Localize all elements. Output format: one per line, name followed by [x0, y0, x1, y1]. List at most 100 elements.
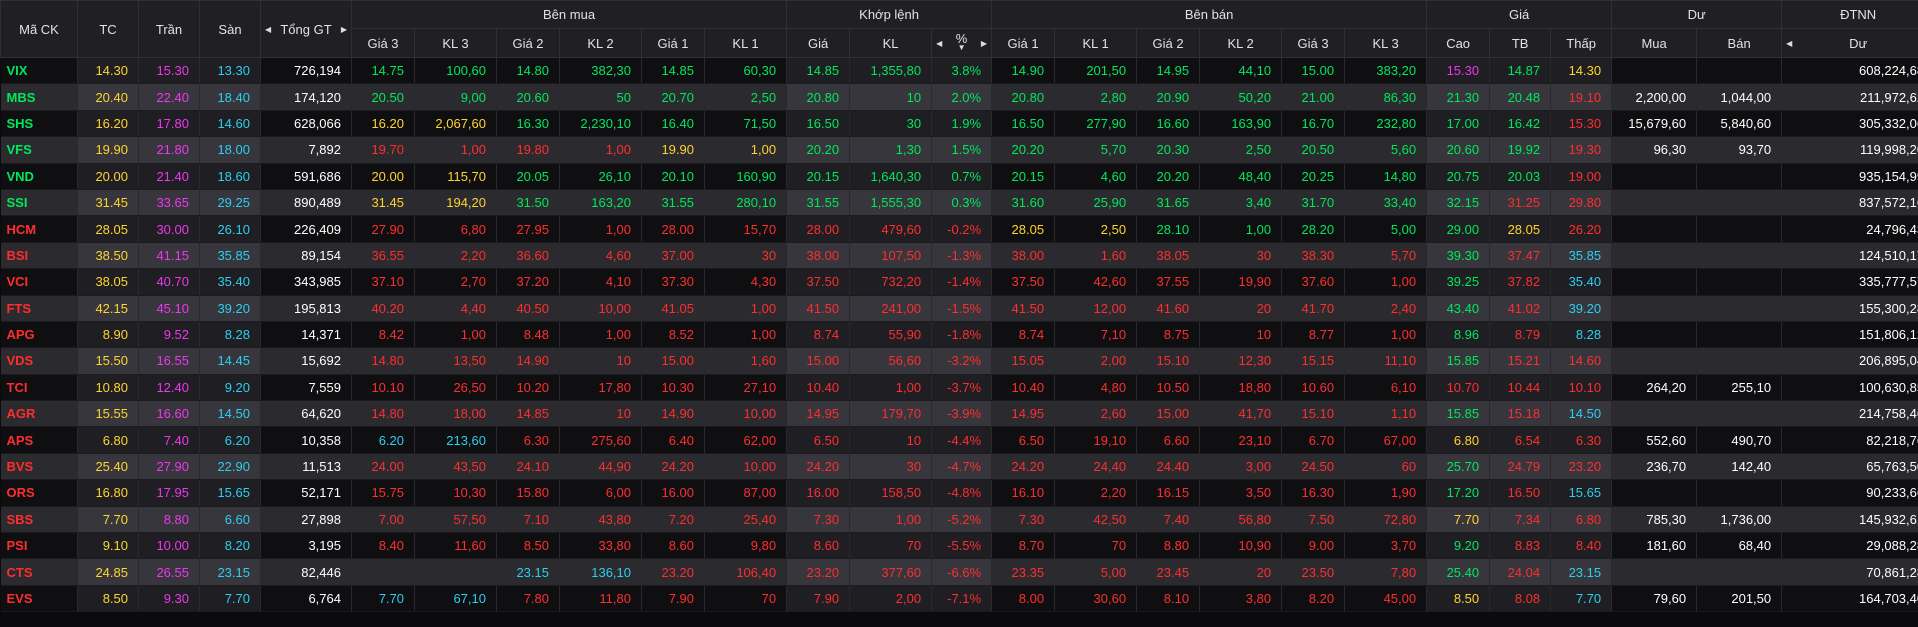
table-row[interactable]: SHS 16.20 17.80 14.60 628,066 16.20 2,067,60 16… — [0, 110, 1918, 138]
stock-symbol[interactable]: VFS — [0, 136, 78, 164]
ask-vol-2: 1,00 — [1199, 215, 1283, 243]
col-header-bid-price-3[interactable]: Giá 3 — [351, 28, 415, 58]
col-header-bid-vol-2[interactable]: KL 2 — [559, 28, 642, 58]
stock-symbol[interactable]: VDS — [0, 347, 78, 375]
table-row[interactable]: BVS 25.40 27.90 22.90 11,513 24.00 43,50 24.10 4… — [0, 453, 1918, 481]
col-header-ask-vol-2[interactable]: KL 2 — [1199, 28, 1283, 58]
bid-vol-1: 1,00 — [704, 321, 788, 349]
stock-symbol[interactable]: SBS — [0, 506, 78, 534]
stock-symbol[interactable]: PSI — [0, 532, 78, 560]
table-row[interactable]: MBS 20.40 22.40 18.40 174,120 20.50 9,00 20.60 5… — [0, 83, 1918, 111]
table-row[interactable]: VIX 14.30 15.30 13.30 726,194 14.75 100,60 14.8… — [0, 57, 1918, 85]
table-row[interactable]: VFS 19.90 21.80 18.00 7,892 19.70 1,00 19.80 1,0… — [0, 136, 1918, 164]
stock-symbol[interactable]: CTS — [0, 558, 78, 586]
arrow-left-icon[interactable]: ◀ — [936, 39, 942, 48]
floor-price: 18.40 — [199, 83, 261, 111]
table-row[interactable]: CTS 24.85 26.55 23.15 82,446 23.15 136,10 23.20… — [0, 558, 1918, 586]
col-header-ask-price-1[interactable]: Giá 1 — [991, 28, 1056, 58]
arrow-left-icon[interactable]: ◀ — [265, 25, 271, 34]
stock-symbol[interactable]: SHS — [0, 110, 78, 138]
match-vol: 107,50 — [849, 242, 933, 270]
col-header-ask-vol-3[interactable]: KL 3 — [1344, 28, 1428, 58]
col-header-tc[interactable]: TC — [77, 0, 139, 58]
arrow-left-icon[interactable]: ◀ — [1786, 39, 1792, 48]
col-header-bid-vol-1[interactable]: KL 1 — [703, 28, 788, 58]
stock-symbol[interactable]: MBS — [0, 83, 78, 111]
bid-price-1: 23.20 — [641, 558, 705, 586]
table-row[interactable]: FTS 42.15 45.10 39.20 195,813 40.20 4,40 40.50 1… — [0, 295, 1918, 322]
table-row[interactable]: TCI 10.80 12.40 9.20 7,559 10.10 26,50 10.20 17,… — [0, 374, 1918, 402]
bid-vol-2: 50 — [559, 83, 642, 111]
stock-symbol[interactable]: TCI — [0, 374, 78, 402]
remaining-buy — [1611, 268, 1698, 296]
ask-price-2: 7.40 — [1136, 506, 1201, 534]
stock-symbol[interactable]: HCM — [0, 215, 78, 243]
ask-vol-2: 48,40 — [1199, 163, 1283, 190]
table-row[interactable]: APS 6.80 7.40 6.20 10,358 6.20 213,60 6.30 275,6… — [0, 426, 1918, 454]
stock-symbol[interactable]: VIX — [0, 57, 78, 85]
table-row[interactable]: EVS 8.50 9.30 7.70 6,764 7.70 67,10 7.80 11,80 7.… — [0, 585, 1918, 613]
stock-symbol[interactable]: APS — [0, 426, 78, 454]
col-header-bid-price-1[interactable]: Giá 1 — [641, 28, 705, 58]
stock-symbol[interactable]: VND — [0, 163, 78, 190]
col-header-average[interactable]: TB — [1489, 28, 1552, 58]
stock-symbol[interactable]: APG — [0, 321, 78, 349]
col-header-high[interactable]: Cao — [1426, 28, 1491, 58]
table-row[interactable]: APG 8.90 9.52 8.28 14,371 8.42 1,00 8.48 1,00 8.5… — [0, 321, 1918, 349]
table-row[interactable]: VCI 38.05 40.70 35.40 343,985 37.10 2,70 37.20 4… — [0, 268, 1918, 296]
bid-price-2: 20.05 — [496, 163, 560, 190]
col-header-bid-price-2[interactable]: Giá 2 — [496, 28, 560, 58]
col-header-match-vol[interactable]: KL — [849, 28, 933, 58]
col-header-ask-price-3[interactable]: Giá 3 — [1281, 28, 1346, 58]
col-header-foreign-room[interactable]: ◀Dư▶ — [1781, 28, 1918, 58]
ref-price: 38.50 — [77, 242, 139, 270]
arrow-right-icon[interactable]: ▶ — [981, 39, 987, 48]
col-header-match-price[interactable]: Giá — [786, 28, 851, 58]
table-row[interactable]: PSI 9.10 10.00 8.20 3,195 8.40 11,60 8.50 33,80 8… — [0, 532, 1918, 560]
stock-symbol[interactable]: AGR — [0, 400, 78, 428]
table-row[interactable]: SBS 7.70 8.80 6.60 27,898 7.00 57,50 7.10 43,80 7… — [0, 506, 1918, 534]
table-row[interactable]: BSI 38.50 41.15 35.85 89,154 36.55 2,20 36.60 4,… — [0, 242, 1918, 270]
stock-symbol[interactable]: SSI — [0, 189, 78, 217]
foreign-room: 151,806,12 — [1781, 321, 1918, 349]
ask-price-1: 24.20 — [991, 453, 1056, 481]
col-header-remaining-sell[interactable]: Bán — [1696, 28, 1783, 58]
bid-vol-1: 30 — [704, 242, 788, 270]
floor-price: 9.20 — [199, 374, 261, 402]
match-price: 37.50 — [786, 268, 851, 296]
table-row[interactable]: VDS 15.50 16.55 14.45 15,692 14.80 13,50 14.90 1… — [0, 347, 1918, 375]
col-header-change-pct[interactable]: ◀% ▼ ▶ — [931, 28, 993, 58]
stock-symbol[interactable]: VCI — [0, 268, 78, 296]
col-header-bid-vol-3[interactable]: KL 3 — [414, 28, 497, 58]
ref-price: 16.20 — [77, 110, 139, 138]
stock-symbol[interactable]: BSI — [0, 242, 78, 270]
floor-price: 14.60 — [199, 110, 261, 138]
stock-symbol[interactable]: BVS — [0, 453, 78, 481]
bid-vol-3: 213,60 — [414, 426, 497, 454]
col-header-ask-vol-1[interactable]: KL 1 — [1054, 28, 1138, 58]
ask-vol-2: 18,80 — [1199, 374, 1283, 402]
stock-symbol[interactable]: FTS — [0, 295, 78, 322]
bid-price-3: 8.42 — [351, 321, 415, 349]
col-header-remaining-buy[interactable]: Mua — [1611, 28, 1698, 58]
table-row[interactable]: VND 20.00 21.40 18.60 591,686 20.00 115,70 20.0… — [0, 163, 1918, 190]
col-header-ceiling[interactable]: Trần — [138, 0, 200, 58]
stock-symbol[interactable]: ORS — [0, 479, 78, 507]
col-header-total-value[interactable]: ◀ Tổng GT ▶ — [260, 0, 352, 58]
remaining-buy: 264,20 — [1611, 374, 1698, 402]
col-header-stock[interactable]: Mã CK — [0, 0, 78, 58]
col-header-low[interactable]: Thấp — [1550, 28, 1613, 58]
low-price: 29.80 — [1550, 189, 1613, 217]
table-row[interactable]: ORS 16.80 17.95 15.65 52,171 15.75 10,30 15.80 6… — [0, 479, 1918, 507]
col-header-floor[interactable]: Sàn — [199, 0, 261, 58]
arrow-right-icon[interactable]: ▶ — [341, 25, 347, 34]
table-row[interactable]: HCM 28.05 30.00 26.10 226,409 27.90 6,80 27.95 1… — [0, 215, 1918, 243]
floor-price: 39.20 — [199, 295, 261, 322]
bid-vol-3: 2,20 — [414, 242, 497, 270]
match-price: 20.80 — [786, 83, 851, 111]
col-header-ask-price-2[interactable]: Giá 2 — [1136, 28, 1201, 58]
table-row[interactable]: AGR 15.55 16.60 14.50 64,620 14.80 18,00 14.85 1… — [0, 400, 1918, 428]
table-row[interactable]: SSI 31.45 33.65 29.25 890,489 31.45 194,20 31.5… — [0, 189, 1918, 217]
sort-down-icon[interactable]: ▼ — [958, 44, 966, 52]
stock-symbol[interactable]: EVS — [0, 585, 78, 613]
